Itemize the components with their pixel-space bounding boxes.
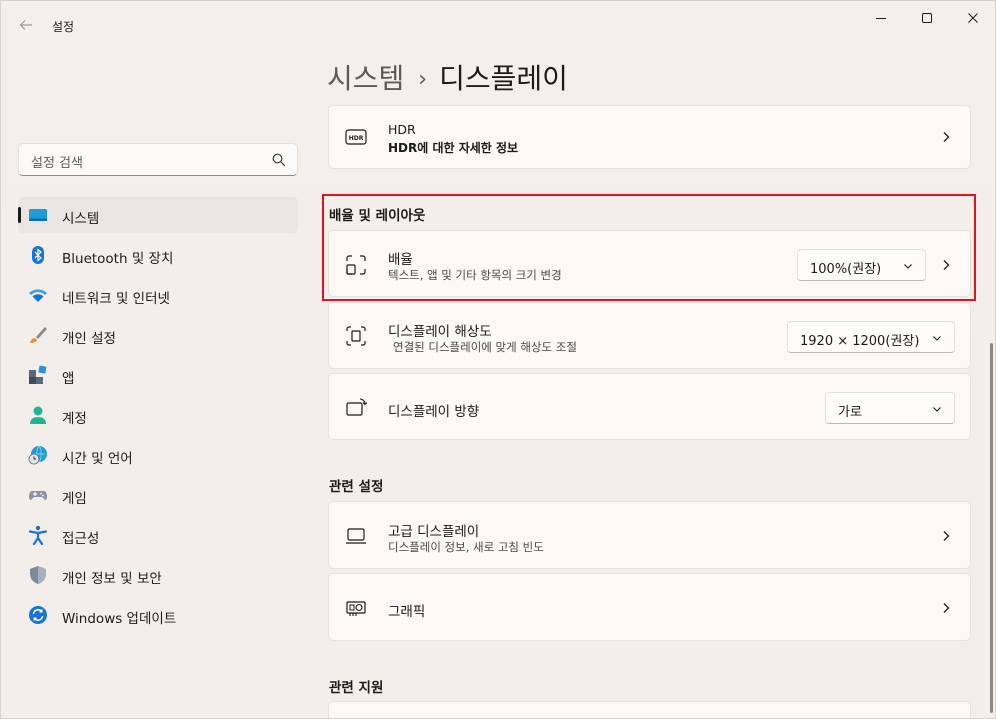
sidebar-item-label: 시스템 <box>62 211 100 227</box>
minimize-icon <box>876 18 886 19</box>
related-support-card[interactable] <box>328 701 971 718</box>
close-button[interactable] <box>950 1 995 35</box>
sidebar-item-apps[interactable]: 앱 <box>18 357 298 393</box>
system-icon <box>29 209 47 221</box>
highlight-box <box>322 194 976 301</box>
resolution-title: 디스플레이 해상도 <box>388 324 492 340</box>
sidebar-item-system[interactable]: 시스템 <box>18 197 298 233</box>
orientation-card: 디스플레이 방향 가로 <box>328 373 971 440</box>
resolution-icon <box>346 326 366 346</box>
app-title: 설정 <box>52 20 75 34</box>
sidebar-item-windows-update[interactable]: Windows 업데이트 <box>18 597 298 633</box>
svg-text:HDR: HDR <box>349 135 364 142</box>
sidebar-item-label: 접근성 <box>62 531 100 547</box>
resolution-subtitle: 연결된 디스플레이에 맞게 해상도 조절 <box>393 340 577 354</box>
close-icon <box>968 13 978 23</box>
orientation-dropdown-value: 가로 <box>838 405 862 420</box>
graphics-card[interactable]: 그래픽 <box>328 573 971 641</box>
update-icon <box>29 606 47 624</box>
advanced-display-title: 고급 디스플레이 <box>388 524 480 540</box>
search-placeholder: 설정 검색 <box>31 156 83 171</box>
hdr-subtitle: HDR에 대한 자세한 정보 <box>388 141 519 155</box>
globe-clock-icon <box>28 445 47 465</box>
selection-indicator <box>18 207 21 223</box>
advanced-display-card[interactable]: 고급 디스플레이 디스플레이 정보, 새로 고침 빈도 <box>328 501 971 569</box>
minimize-button[interactable] <box>858 1 904 35</box>
related-support-heading: 관련 지원 <box>329 680 384 696</box>
orientation-icon <box>346 398 367 416</box>
gamepad-icon <box>29 491 47 500</box>
sidebar-item-personalization[interactable]: 개인 설정 <box>18 317 298 353</box>
search-input[interactable]: 설정 검색 <box>18 143 298 176</box>
advanced-display-subtitle: 디스플레이 정보, 새로 고침 빈도 <box>388 540 544 554</box>
hdr-icon: HDR <box>345 129 367 145</box>
sidebar-item-label: Windows 업데이트 <box>62 611 177 627</box>
back-button[interactable] <box>11 10 41 40</box>
breadcrumb-root[interactable]: 시스템 <box>327 62 404 95</box>
search-icon <box>272 153 286 167</box>
resolution-card: 디스플레이 해상도 연결된 디스플레이에 맞게 해상도 조절 1920 × 12… <box>328 302 971 369</box>
brush-icon <box>30 327 47 343</box>
sidebar-item-label: 시간 및 언어 <box>62 451 133 467</box>
apps-icon <box>29 365 47 384</box>
orientation-dropdown[interactable]: 가로 <box>825 392 955 424</box>
sidebar-item-accessibility[interactable]: 접근성 <box>18 517 298 553</box>
resolution-dropdown-value: 1920 × 1200(권장) <box>800 334 920 349</box>
resolution-dropdown[interactable]: 1920 × 1200(권장) <box>787 321 955 353</box>
page-title: 디스플레이 <box>439 62 568 95</box>
wifi-icon <box>29 289 47 302</box>
sidebar-item-label: 개인 설정 <box>62 331 116 347</box>
sidebar-item-network[interactable]: 네트워크 및 인터넷 <box>18 277 298 313</box>
graphics-card-icon <box>346 601 366 616</box>
breadcrumb: 시스템 › 디스플레이 <box>327 57 568 97</box>
sidebar-item-label: Bluetooth 및 장치 <box>62 251 174 267</box>
breadcrumb-separator: › <box>418 67 428 92</box>
chevron-down-icon <box>933 407 941 412</box>
sidebar-item-label: 앱 <box>62 371 75 387</box>
title-bar: 설정 <box>1 1 995 49</box>
chevron-right-icon <box>943 531 950 541</box>
chevron-right-icon <box>943 132 950 142</box>
sidebar-item-label: 개인 정보 및 보안 <box>62 571 162 587</box>
maximize-button[interactable] <box>904 1 950 35</box>
settings-window: 설정 설정 검색 시스템 Bluetooth 및 장치 네트워크 및 인터넷 개… <box>0 0 996 719</box>
accessibility-icon <box>28 525 48 545</box>
related-settings-heading: 관련 설정 <box>329 479 384 495</box>
sidebar-item-bluetooth[interactable]: Bluetooth 및 장치 <box>18 237 298 273</box>
monitor-icon <box>346 528 366 544</box>
chevron-right-icon <box>943 603 950 613</box>
sidebar-item-label: 게임 <box>62 491 87 507</box>
maximize-icon <box>922 13 932 23</box>
hdr-card[interactable]: HDR HDR HDR에 대한 자세한 정보 <box>328 105 971 169</box>
sidebar-item-label: 네트워크 및 인터넷 <box>62 291 170 307</box>
graphics-title: 그래픽 <box>388 604 426 620</box>
sidebar-item-gaming[interactable]: 게임 <box>18 477 298 513</box>
sidebar-item-time-language[interactable]: 시간 및 언어 <box>18 437 298 473</box>
back-arrow-icon <box>19 20 32 30</box>
sidebar-item-privacy[interactable]: 개인 정보 및 보안 <box>18 557 298 593</box>
sidebar-item-accounts[interactable]: 계정 <box>18 397 298 433</box>
person-icon <box>30 406 46 424</box>
scrollbar[interactable] <box>990 343 993 713</box>
shield-icon <box>30 566 46 584</box>
bluetooth-icon <box>32 246 44 264</box>
orientation-title: 디스플레이 방향 <box>388 404 480 420</box>
sidebar-item-label: 계정 <box>62 411 87 427</box>
hdr-title: HDR <box>388 122 416 137</box>
chevron-down-icon <box>933 336 941 341</box>
